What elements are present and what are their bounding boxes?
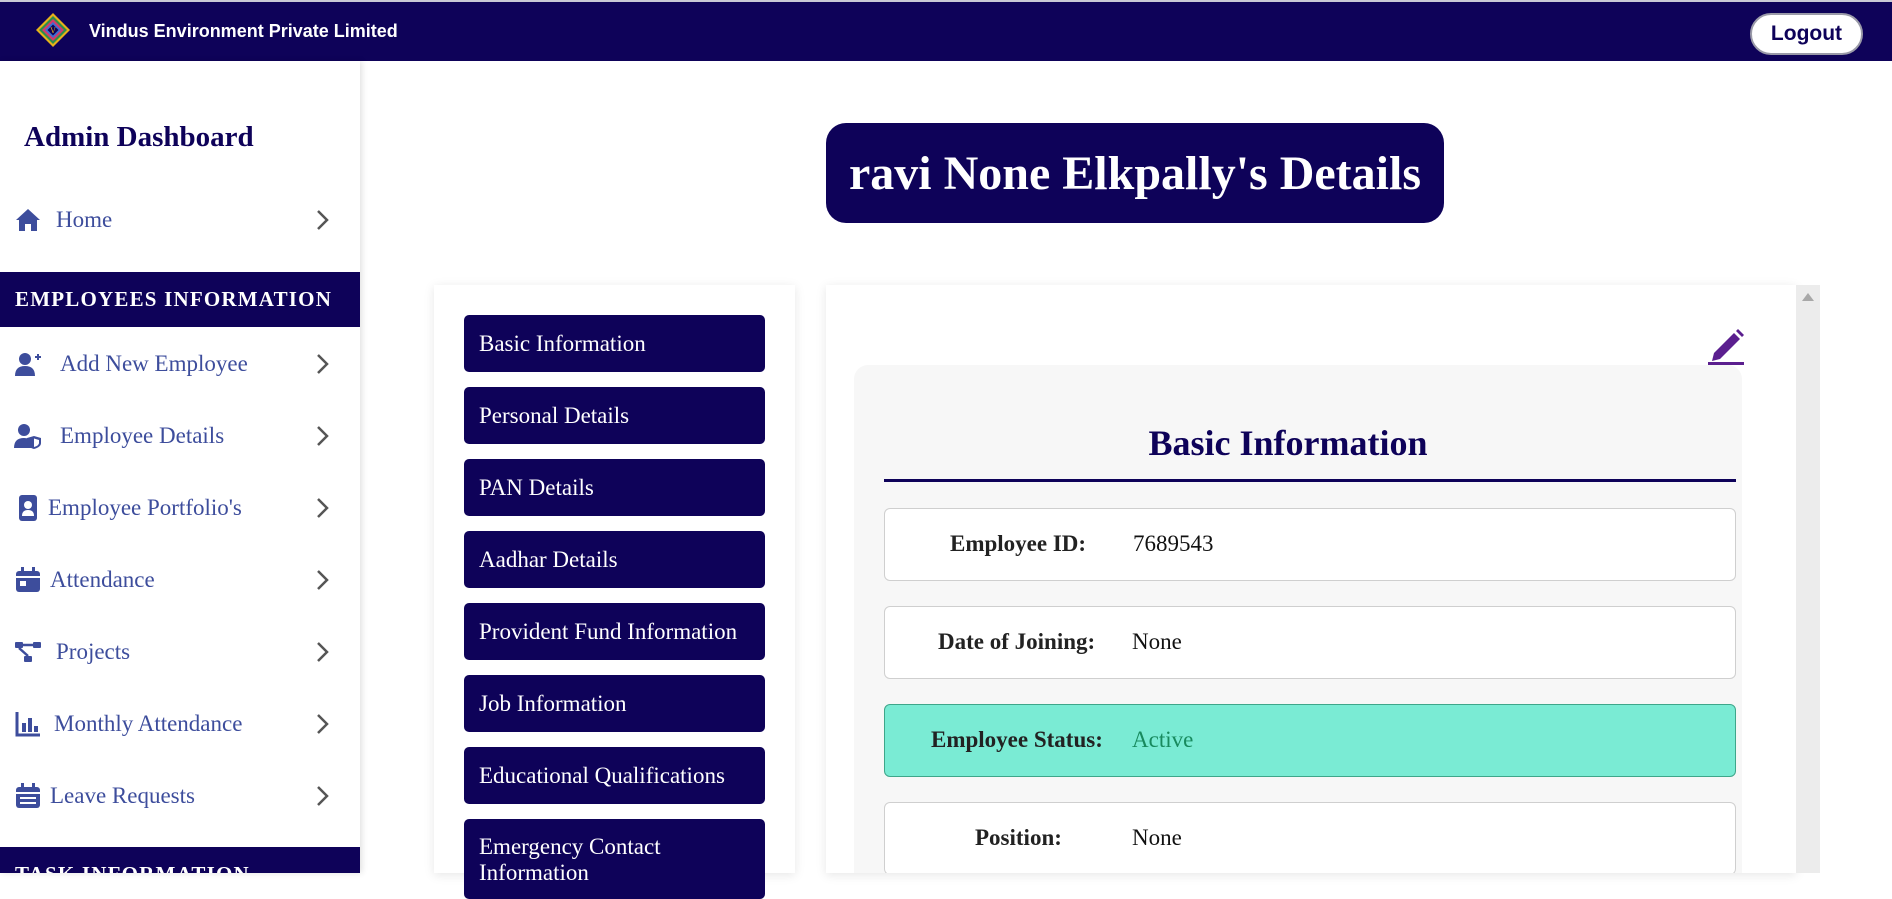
field-row-employee-id: Employee ID: 7689543: [884, 508, 1736, 581]
sidebar-item-label: Employee Details: [60, 423, 225, 448]
id-badge-icon: [19, 495, 37, 521]
section-title: Basic Information: [1148, 423, 1428, 463]
sidebar-item-employee-portfolios[interactable]: Employee Portfolio's: [0, 480, 360, 536]
bar-chart-icon: [15, 712, 40, 737]
sidebar-item-label: Add New Employee: [60, 351, 248, 376]
sidebar-title: Admin Dashboard: [24, 121, 254, 153]
tab-educational-qualifications[interactable]: Educational Qualifications: [464, 747, 765, 804]
page-title: ravi None Elkpally's Details: [826, 123, 1444, 223]
tab-emergency-contact-information[interactable]: Emergency Contact Information: [464, 819, 765, 899]
field-label: Date of Joining:: [938, 629, 1096, 654]
field-row-position: Position: None: [884, 802, 1736, 873]
details-panel: Basic Information Employee ID: 7689543 D…: [826, 285, 1796, 873]
detail-tabs-panel: Basic Information Personal Details PAN D…: [434, 285, 795, 899]
chevron-right-icon: [317, 210, 329, 230]
sidebar-item-label: Leave Requests: [50, 783, 195, 808]
calendar-days-icon: [16, 783, 40, 808]
sidebar-item-label: Home: [56, 207, 113, 232]
chevron-right-icon: [317, 570, 329, 590]
field-label: Position:: [975, 825, 1062, 850]
field-label: Employee Status:: [931, 727, 1103, 752]
tab-job-information[interactable]: Job Information: [464, 675, 765, 732]
details-scrollbar[interactable]: [1796, 285, 1820, 873]
diagram-project-icon: [15, 642, 41, 662]
edit-pencil-icon[interactable]: [1704, 325, 1748, 365]
sidebar-item-label: Employee Portfolio's: [48, 495, 242, 520]
company-name: Vindus Environment Private Limited: [89, 21, 398, 41]
svg-text:V: V: [49, 27, 56, 35]
sidebar-item-label: Attendance: [50, 567, 155, 592]
scroll-up-arrow-icon[interactable]: [1802, 293, 1814, 301]
section-header-employees: EMPLOYEES INFORMATION: [0, 272, 360, 327]
tab-provident-fund-information[interactable]: Provident Fund Information: [464, 603, 765, 660]
user-shield-icon: [14, 424, 41, 449]
logout-button[interactable]: Logout: [1750, 13, 1863, 55]
sidebar: Admin Dashboard Home EMPLOYEES INFORMATI…: [0, 61, 360, 873]
chevron-right-icon: [317, 498, 329, 518]
chevron-right-icon: [317, 426, 329, 446]
field-row-date-of-joining: Date of Joining: None: [884, 606, 1736, 679]
sidebar-item-monthly-attendance[interactable]: Monthly Attendance: [0, 696, 360, 752]
sidebar-item-add-new-employee[interactable]: Add New Employee: [0, 336, 360, 392]
tab-basic-information[interactable]: Basic Information: [464, 315, 765, 372]
add-user-icon: [15, 353, 41, 376]
field-value: 7689543: [1133, 531, 1214, 556]
home-icon: [16, 209, 40, 231]
sidebar-item-projects[interactable]: Projects: [0, 624, 360, 680]
field-value: None: [1132, 825, 1182, 850]
calendar-icon: [16, 567, 40, 592]
sidebar-item-leave-requests[interactable]: Leave Requests: [0, 768, 360, 824]
sidebar-item-attendance[interactable]: Attendance: [0, 552, 360, 608]
tab-pan-details[interactable]: PAN Details: [464, 459, 765, 516]
company-logo: V: [36, 13, 70, 47]
field-label: Employee ID:: [950, 531, 1087, 556]
top-navbar: V Vindus Environment Private Limited Log…: [0, 0, 1892, 61]
chevron-right-icon: [317, 354, 329, 374]
sidebar-item-employee-details[interactable]: Employee Details: [0, 408, 360, 464]
chevron-right-icon: [317, 786, 329, 806]
field-row-employee-status: Employee Status: Active: [884, 704, 1736, 777]
section-divider: [884, 479, 1736, 482]
chevron-right-icon: [317, 642, 329, 662]
sidebar-item-label: Projects: [56, 639, 131, 664]
status-badge: Active: [1132, 727, 1194, 752]
chevron-right-icon: [317, 714, 329, 734]
field-value: None: [1132, 629, 1182, 654]
section-header-task: TASK INFORMATION: [0, 847, 360, 873]
tab-aadhar-details[interactable]: Aadhar Details: [464, 531, 765, 588]
sidebar-item-home[interactable]: Home: [0, 192, 360, 248]
sidebar-item-label: Monthly Attendance: [54, 711, 243, 736]
tab-personal-details[interactable]: Personal Details: [464, 387, 765, 444]
